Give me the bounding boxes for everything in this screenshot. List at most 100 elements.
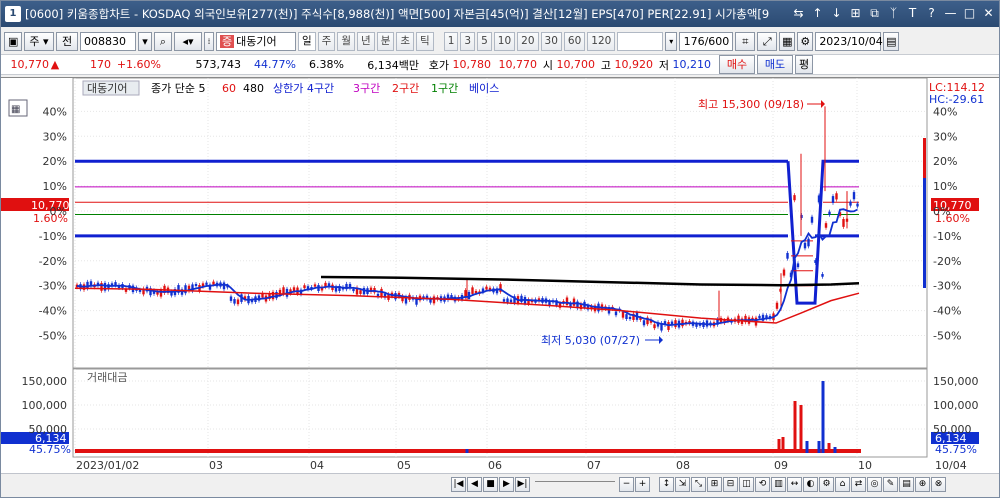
- sell-button[interactable]: 매도: [757, 55, 793, 74]
- indicator-icon[interactable]: ⌗: [735, 31, 756, 51]
- period-tick[interactable]: 틱: [416, 31, 434, 51]
- candle-body: [236, 299, 240, 305]
- tool-17-icon[interactable]: ⊕: [915, 477, 930, 492]
- tool-13-icon[interactable]: ⇄: [851, 477, 866, 492]
- type-select[interactable]: 주 ▾: [24, 31, 54, 51]
- zoom-in-icon[interactable]: +: [635, 477, 650, 492]
- buy-button[interactable]: 매수: [719, 55, 755, 74]
- period-minute[interactable]: 분: [376, 31, 395, 51]
- tool-9-icon[interactable]: ↔: [787, 477, 802, 492]
- tool-2-icon[interactable]: ⇲: [675, 477, 690, 492]
- search-icon[interactable]: ⌕: [154, 31, 172, 51]
- period-month[interactable]: 월: [337, 31, 356, 51]
- candle-body: [653, 324, 656, 329]
- draw-tool-icon[interactable]: ⤢: [757, 31, 778, 51]
- code-dropdown-icon[interactable]: ▾: [138, 31, 152, 51]
- link-icon[interactable]: ⇆: [790, 5, 807, 22]
- minute-3[interactable]: 3: [460, 31, 476, 51]
- grid-icon[interactable]: ▦: [779, 31, 796, 51]
- period-dropdown-icon[interactable]: ▾: [665, 31, 678, 51]
- price-chart-svg[interactable]: ▦ 대동기어 종가 단순 5 60 480 상한가 4구간 3구간 2구간 1구…: [1, 77, 999, 474]
- tool-7-icon[interactable]: ⟲: [755, 477, 770, 492]
- minute-30[interactable]: 30: [540, 31, 562, 51]
- count-field[interactable]: 176/600: [679, 31, 734, 51]
- x-axis-tick: 09: [774, 459, 788, 472]
- right-price-tick: 20%: [933, 155, 957, 168]
- tool-3-icon[interactable]: ⤡: [691, 477, 706, 492]
- stock-code-input[interactable]: 008830: [80, 31, 136, 51]
- change-percent: +1.60%: [116, 58, 161, 71]
- candle-body: [803, 242, 807, 249]
- close-icon[interactable]: ✕: [980, 5, 997, 22]
- scroll-first-icon[interactable]: |◀: [451, 477, 466, 492]
- open-price: 10,700: [556, 58, 596, 71]
- stock-name-field[interactable]: 증 대동기어: [216, 31, 296, 51]
- right-price-tick: 0%: [933, 205, 950, 218]
- pin-icon[interactable]: ᛉ: [885, 5, 902, 22]
- tool-11-icon[interactable]: ⚙: [819, 477, 834, 492]
- tool-15-icon[interactable]: ✎: [883, 477, 898, 492]
- candle-body: [194, 283, 198, 287]
- tool-8-icon[interactable]: ▥: [771, 477, 786, 492]
- prev-stock-icon[interactable]: ⁞: [204, 31, 214, 51]
- tool-16-icon[interactable]: ▤: [899, 477, 914, 492]
- arrow-down-icon[interactable]: ↓: [828, 5, 845, 22]
- tool-6-icon[interactable]: ◫: [739, 477, 754, 492]
- tool-4-icon[interactable]: ⊞: [707, 477, 722, 492]
- period-day[interactable]: 일: [298, 31, 316, 51]
- tool-12-icon[interactable]: ⌂: [835, 477, 850, 492]
- tool-5-icon[interactable]: ⊟: [723, 477, 738, 492]
- minute-20[interactable]: 20: [517, 31, 539, 51]
- date-input[interactable]: 2023/10/04: [815, 31, 883, 51]
- high-annotation: 최고 15,300 (09/18): [698, 98, 804, 111]
- scroll-stop-icon[interactable]: ■: [483, 477, 498, 492]
- chart-area[interactable]: ▦ 대동기어 종가 단순 5 60 480 상한가 4구간 3구간 2구간 1구…: [1, 77, 999, 479]
- save-icon[interactable]: ⊞: [847, 5, 864, 22]
- period-second[interactable]: 초: [396, 31, 415, 51]
- zoom-out-icon[interactable]: −: [619, 477, 634, 492]
- scroll-prev-icon[interactable]: ◀: [467, 477, 482, 492]
- zoom-slider[interactable]: [535, 480, 615, 489]
- period-week[interactable]: 주: [317, 31, 336, 51]
- low-price: 10,210: [672, 58, 712, 71]
- candle-body: [229, 296, 233, 301]
- period-year[interactable]: 년: [357, 31, 375, 51]
- x-axis-tick: 08: [676, 459, 690, 472]
- candle-body: [782, 269, 786, 276]
- calendar-icon[interactable]: ▤: [883, 31, 900, 51]
- tool-14-icon[interactable]: ◎: [867, 477, 882, 492]
- text-size-icon[interactable]: T: [904, 5, 921, 22]
- low-annotation: 최저 5,030 (07/27): [541, 334, 640, 347]
- volume-bar: [827, 443, 831, 453]
- minute-10[interactable]: 10: [493, 31, 516, 51]
- type-select-label: 주: [29, 34, 40, 48]
- custom-period-input[interactable]: [617, 31, 664, 51]
- minute-5[interactable]: 5: [477, 31, 492, 51]
- scroll-next-icon[interactable]: ▶: [499, 477, 514, 492]
- eval-button[interactable]: 평: [795, 55, 813, 74]
- candle-body: [103, 282, 107, 291]
- legend-zone3: 3구간: [353, 82, 380, 95]
- market-button[interactable]: 전: [56, 31, 78, 51]
- tool-18-icon[interactable]: ⊗: [931, 477, 946, 492]
- minute-60[interactable]: 60: [563, 31, 586, 51]
- scroll-last-icon[interactable]: ▶|: [515, 477, 530, 492]
- settings-icon[interactable]: ⚙: [797, 31, 814, 51]
- candle-body: [849, 201, 852, 206]
- help-icon[interactable]: ?: [923, 5, 940, 22]
- tool-1-icon[interactable]: ↕: [659, 477, 674, 492]
- stock-tag: 증: [220, 34, 235, 48]
- speaker-icon[interactable]: ◂▾: [174, 31, 202, 51]
- minute-1[interactable]: 1: [443, 31, 459, 51]
- maximize-icon[interactable]: □: [961, 5, 978, 22]
- candle-body: [737, 315, 740, 323]
- tool-10-icon[interactable]: ◐: [803, 477, 818, 492]
- minute-120[interactable]: 120: [587, 31, 616, 51]
- candle-body: [852, 192, 856, 200]
- minimize-icon[interactable]: —: [942, 5, 959, 22]
- right-volume-tick: 100,000: [933, 399, 979, 412]
- layout-icon[interactable]: ▣: [4, 31, 22, 51]
- restore-icon[interactable]: ⧉: [866, 5, 883, 22]
- price-change: 170: [90, 58, 111, 71]
- arrow-up-icon[interactable]: ↑: [809, 5, 826, 22]
